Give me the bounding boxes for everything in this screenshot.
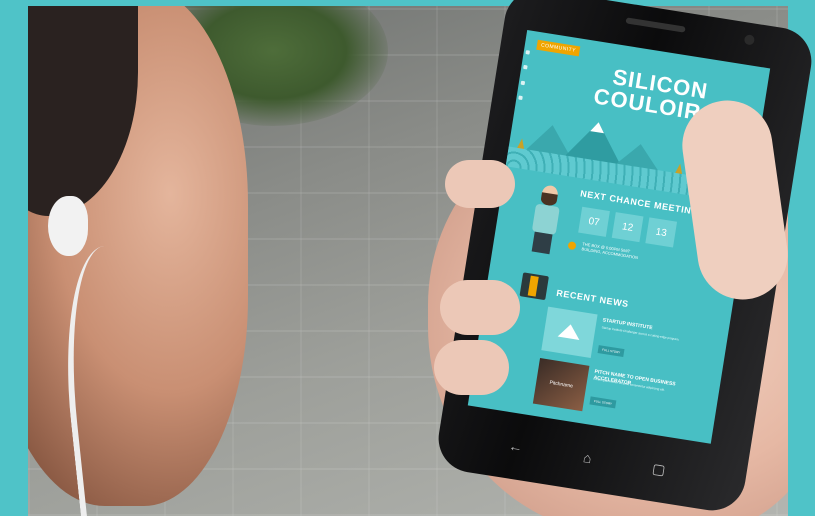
phone-camera: [743, 34, 756, 46]
sidebar-icons: [518, 50, 532, 101]
sidebar-dot-icon[interactable]: [523, 65, 528, 70]
finger: [445, 160, 515, 208]
newspaper-icon: [519, 272, 549, 301]
mountain-thumbnail-icon: [541, 306, 598, 358]
recent-apps-icon[interactable]: ▢: [651, 460, 667, 479]
menu-badge[interactable]: COMMUNITY: [536, 39, 581, 57]
date-box: 12: [611, 212, 644, 243]
full-story-button[interactable]: FULL STORY: [597, 345, 625, 358]
full-story-button[interactable]: FULL STORY: [589, 396, 617, 409]
phone-speaker: [625, 17, 686, 33]
back-icon[interactable]: ←: [507, 437, 523, 455]
character-illustration: [522, 183, 569, 258]
character-legs: [531, 231, 553, 255]
sidebar-dot-icon[interactable]: [525, 50, 531, 55]
news-title: RECENT NEWS: [555, 287, 630, 310]
finger: [440, 280, 520, 335]
date-box: 07: [578, 206, 610, 237]
earphone: [48, 196, 88, 256]
meeting-location: THE BOX @ 5:00PM SMIT BUILDING, ACCOMMOD…: [581, 241, 639, 261]
location-pin-icon: [567, 241, 577, 251]
date-box: 13: [645, 217, 678, 248]
sidebar-dot-icon[interactable]: [520, 80, 526, 85]
character-body: [531, 203, 560, 235]
home-icon[interactable]: ⌂: [582, 449, 593, 466]
teal-frame: COMMUNITY SILICON COULOIR NEXT CHANCE ME…: [0, 0, 815, 516]
finger: [434, 340, 509, 395]
news-thumbnail: Pitchname: [532, 358, 590, 412]
